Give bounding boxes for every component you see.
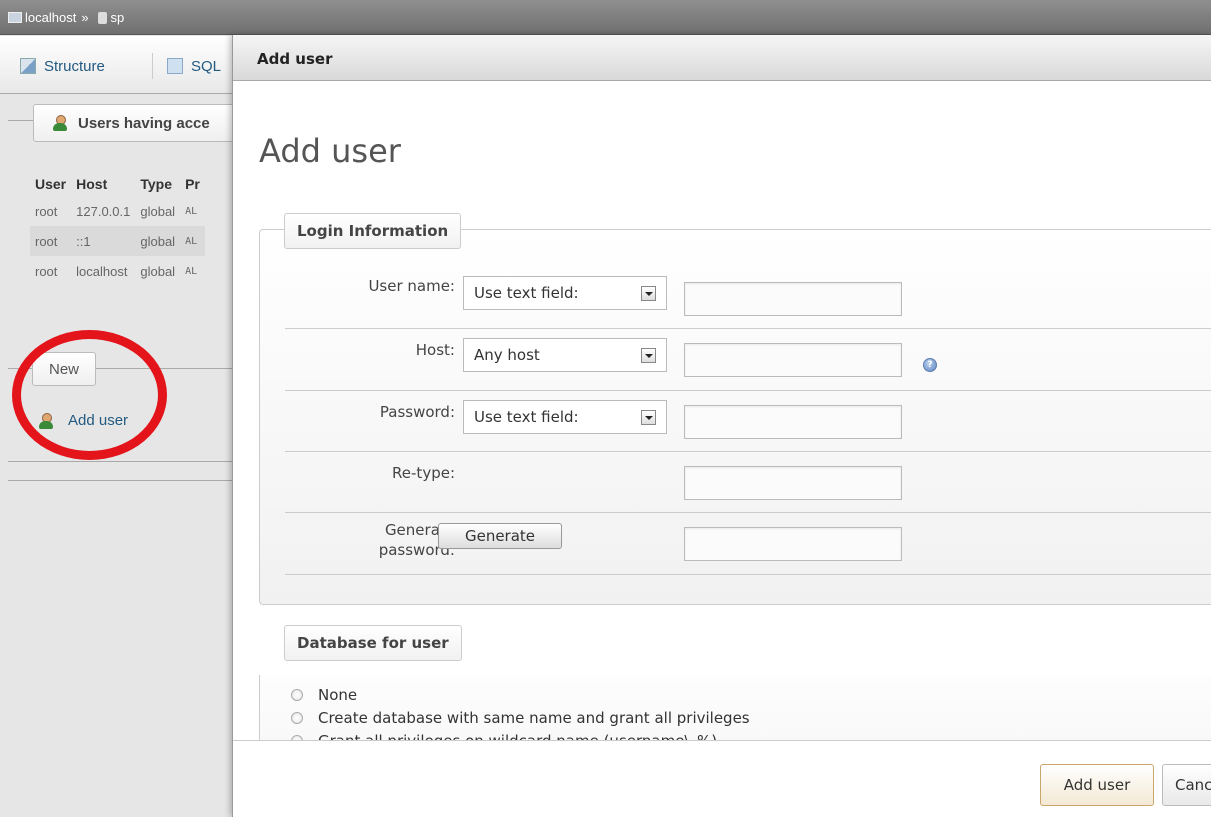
cell-privileges: AL (185, 265, 198, 277)
dialog-titlebar[interactable]: Add user (233, 35, 1211, 81)
add-user-dialog: Add user Add user Login Information User… (232, 35, 1211, 817)
col-user[interactable]: User (30, 172, 71, 196)
host-label: Host: (415, 341, 455, 359)
cell-user: root (35, 203, 58, 219)
table-row: root ::1 global AL (30, 226, 205, 256)
host-row: Host: Any host ? (285, 329, 1211, 391)
database-section-clip: None Create database with same name and … (233, 675, 1211, 740)
host-input[interactable] (684, 343, 902, 377)
retype-input[interactable] (684, 466, 902, 500)
radio-create-database-label: Create database with same name and grant… (318, 709, 750, 727)
database-for-user-fieldset (259, 675, 1211, 740)
radio-none-label: None (318, 686, 358, 704)
chevron-down-icon (641, 348, 656, 363)
user-name-select-value: Use text field: (474, 284, 579, 302)
cell-user: root (35, 263, 58, 279)
host-select-value: Any host (474, 346, 540, 364)
chevron-down-icon (641, 286, 656, 301)
col-privileges[interactable]: Pr (180, 172, 205, 196)
table-row: root 127.0.0.1 global AL (30, 196, 205, 226)
page-title: Add user (259, 132, 401, 170)
user-name-row: User name: Use text field: (285, 265, 1211, 329)
cell-type: global (140, 263, 176, 279)
dialog-footer: Add user Cancel (233, 740, 1211, 817)
cell-host: ::1 (71, 226, 136, 256)
retype-row: Re-type: (285, 452, 1211, 513)
cancel-button[interactable]: Cancel (1162, 764, 1211, 806)
database-for-user-legend: Database for user (284, 625, 462, 661)
radio-grant-wildcard-label: Grant all privileges on wildcard name (u… (318, 732, 717, 740)
help-icon[interactable]: ? (923, 358, 937, 372)
radio-button[interactable] (291, 712, 303, 724)
cell-host: 127.0.0.1 (76, 203, 131, 219)
user-name-select[interactable]: Use text field: (463, 276, 667, 310)
cell-user: root (30, 226, 72, 256)
retype-label: Re-type: (392, 464, 455, 482)
dialog-title: Add user (257, 50, 333, 68)
password-select-value: Use text field: (474, 408, 579, 426)
radio-button[interactable] (291, 689, 303, 701)
col-type[interactable]: Type (135, 172, 180, 196)
generate-password-row: Generate password: Generate (285, 513, 1211, 575)
cell-privileges: AL (185, 205, 198, 217)
radio-create-database[interactable]: Create database with same name and grant… (291, 709, 750, 727)
add-user-button[interactable]: Add user (1040, 764, 1154, 806)
users-table-header: User Host Type Pr (30, 172, 205, 196)
radio-none[interactable]: None (291, 686, 357, 704)
password-row: Password: Use text field: (285, 391, 1211, 452)
annotation-circle (12, 330, 167, 460)
user-name-input[interactable] (684, 282, 902, 316)
login-information-legend: Login Information (284, 213, 462, 249)
chevron-down-icon (641, 410, 656, 425)
table-row: root localhost global AL (30, 256, 205, 286)
password-select[interactable]: Use text field: (463, 400, 667, 434)
host-select[interactable]: Any host (463, 338, 667, 372)
password-label: Password: (379, 403, 455, 421)
divider (8, 480, 240, 481)
radio-grant-wildcard[interactable]: Grant all privileges on wildcard name (u… (291, 732, 717, 740)
cell-type: global (140, 203, 176, 219)
user-name-label: User name: (368, 277, 455, 295)
cell-host: localhost (76, 263, 128, 279)
generated-password-input[interactable] (684, 527, 902, 561)
cell-type: global (135, 226, 181, 256)
password-input[interactable] (684, 405, 902, 439)
cell-privileges: AL (180, 226, 205, 256)
generate-button[interactable]: Generate (438, 523, 562, 549)
col-host[interactable]: Host (71, 172, 135, 196)
users-table: User Host Type Pr root 127.0.0.1 global … (30, 172, 205, 286)
